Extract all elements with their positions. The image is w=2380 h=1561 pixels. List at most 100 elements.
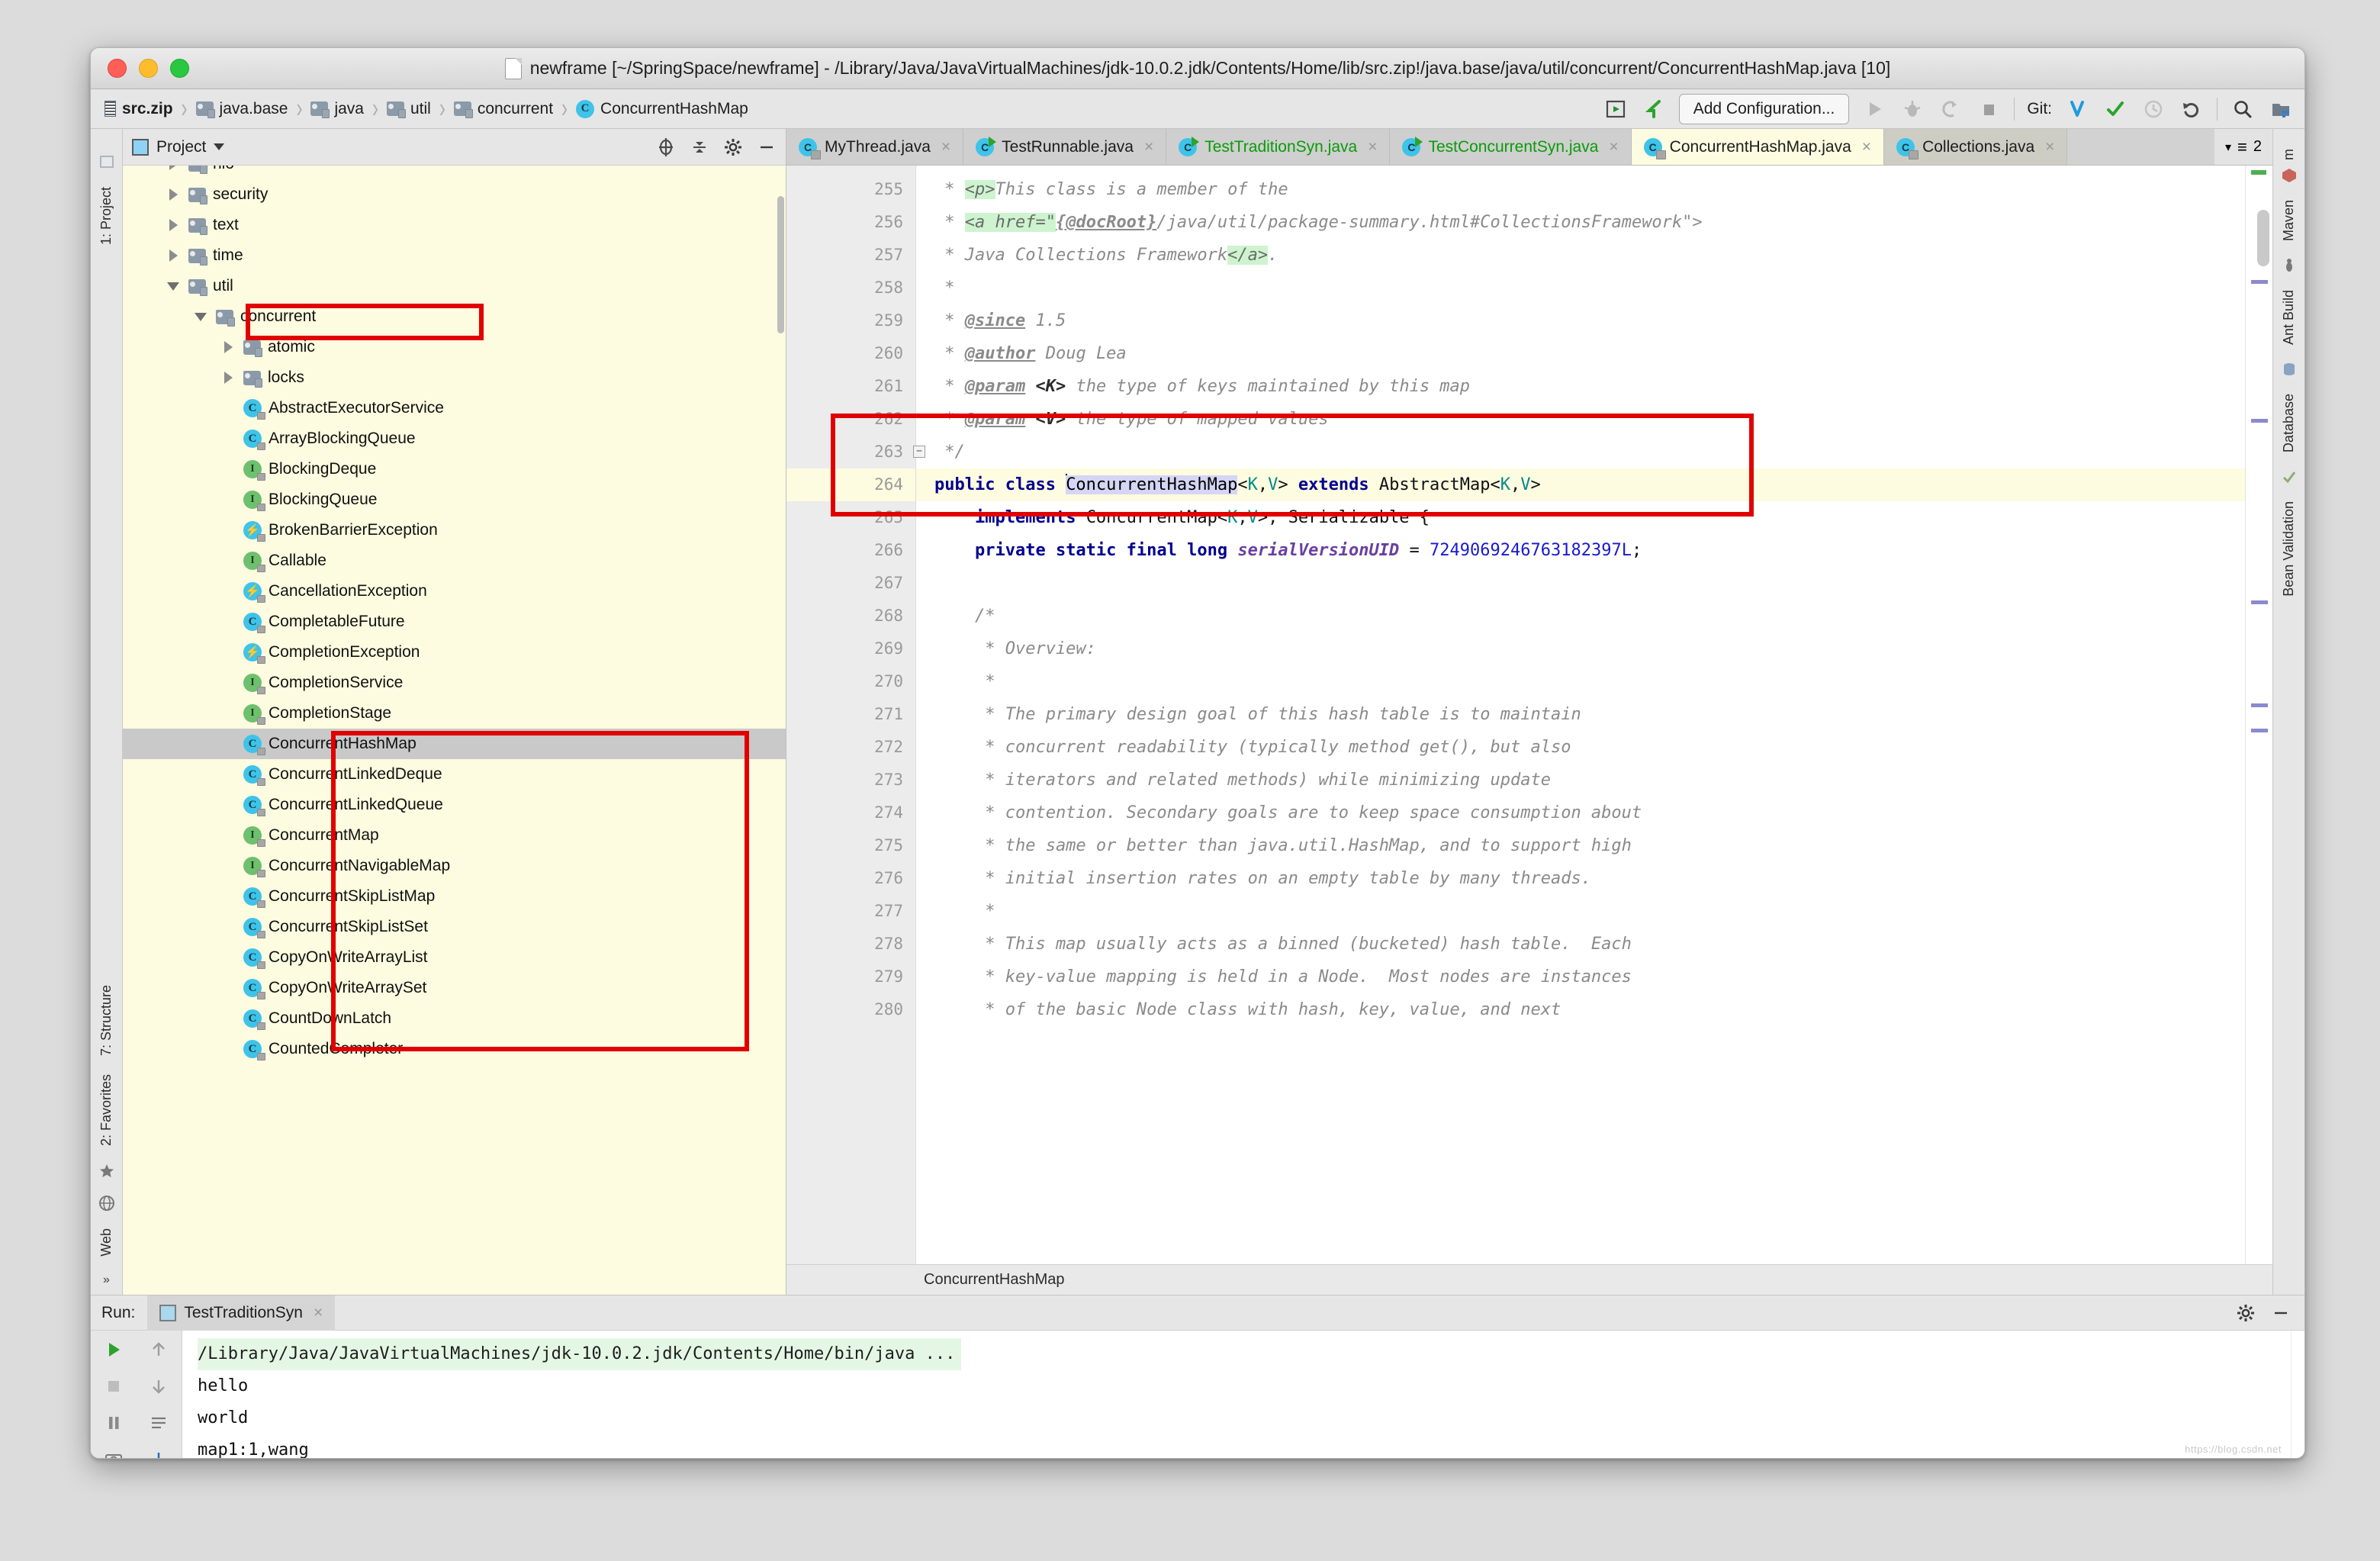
- code-line-258[interactable]: *: [916, 272, 2245, 304]
- breadcrumb-item-java-base[interactable]: java.base: [195, 100, 288, 118]
- gutter-line-270[interactable]: 270: [786, 665, 915, 698]
- debug-icon[interactable]: [1899, 96, 1925, 122]
- tree-node-blockingdeque[interactable]: I BlockingDeque: [123, 454, 786, 484]
- project-structure-icon[interactable]: [1603, 96, 1629, 122]
- sidebar-item-ant-build[interactable]: Ant Build: [2279, 281, 2298, 354]
- breadcrumb-item-java[interactable]: java: [310, 100, 364, 118]
- tree-node-time[interactable]: time: [123, 240, 786, 271]
- editor-tab-overflow[interactable]: ▾ ≡ 2: [2214, 129, 2272, 165]
- soft-wrap-icon[interactable]: [149, 1413, 169, 1433]
- editor-gutter[interactable]: 255256257258259260261262263−264↓26526626…: [786, 166, 926, 1264]
- tree-node-arrayblockingqueue[interactable]: C ArrayBlockingQueue: [123, 423, 786, 454]
- code-line-256[interactable]: * <a href="{@docRoot}/java/util/package-…: [916, 206, 2245, 239]
- close-tab-icon[interactable]: ×: [2045, 138, 2054, 156]
- gutter-line-256[interactable]: 256: [786, 206, 915, 239]
- undo-icon[interactable]: [1641, 96, 1667, 122]
- gutter-line-267[interactable]: 267: [786, 567, 915, 600]
- sidebar-item-project[interactable]: 1: Project: [97, 178, 116, 254]
- code-line-255[interactable]: * <p>This class is a member of the: [916, 173, 2245, 206]
- gutter-line-259[interactable]: 259: [786, 304, 915, 337]
- tree-expander[interactable]: [220, 372, 236, 384]
- tree-node-concurrentlinkedqueue[interactable]: C ConcurrentLinkedQueue: [123, 790, 786, 820]
- breadcrumb-item-concurrenthashmap[interactable]: C ConcurrentHashMap: [576, 99, 748, 118]
- gear-icon[interactable]: [723, 137, 743, 157]
- code-line-277[interactable]: *: [916, 895, 2245, 928]
- tree-node-concurrent[interactable]: concurrent: [123, 301, 786, 332]
- run-console-output[interactable]: /Library/Java/JavaVirtualMachines/jdk-10…: [182, 1331, 2291, 1458]
- code-line-272[interactable]: * concurrent readability (typically meth…: [916, 731, 2245, 764]
- code-line-279[interactable]: * key-value mapping is held in a Node. M…: [916, 961, 2245, 993]
- tree-node-countdownlatch[interactable]: C CountDownLatch: [123, 1003, 786, 1034]
- code-line-263[interactable]: */: [916, 436, 2245, 468]
- breadcrumb-item-src-zip[interactable]: src.zip: [105, 100, 173, 118]
- git-commit-icon[interactable]: [2102, 96, 2128, 122]
- code-line-264[interactable]: public class ConcurrentHashMap<K,V> exte…: [916, 468, 2245, 501]
- close-tab-icon[interactable]: ×: [1862, 138, 1871, 156]
- tree-node-locks[interactable]: locks: [123, 362, 786, 393]
- editor-scrollbar[interactable]: [2257, 210, 2269, 266]
- tree-node-util[interactable]: util: [123, 271, 786, 301]
- tree-expander[interactable]: [165, 219, 182, 231]
- close-tab-icon[interactable]: ×: [1144, 138, 1153, 156]
- bean-validation-icon[interactable]: [2282, 469, 2297, 484]
- gutter-line-255[interactable]: 255: [786, 173, 915, 206]
- gear-icon[interactable]: [2236, 1303, 2256, 1323]
- tree-expander[interactable]: [165, 188, 182, 201]
- editor-marker-pane[interactable]: [2245, 166, 2272, 1264]
- close-tab-icon[interactable]: ×: [1368, 138, 1377, 156]
- stop-icon[interactable]: [104, 1376, 124, 1396]
- code-line-261[interactable]: * @param <K> the type of keys maintained…: [916, 370, 2245, 403]
- code-line-265[interactable]: implements ConcurrentMap<K,V>, Serializa…: [916, 501, 2245, 534]
- sidebar-item-database[interactable]: Database: [2279, 385, 2298, 462]
- maven-icon[interactable]: [2282, 168, 2297, 183]
- gutter-line-276[interactable]: 276: [786, 862, 915, 895]
- editor-tab-testtraditionsyn[interactable]: C TestTraditionSyn.java ×: [1166, 129, 1391, 165]
- close-window-button[interactable]: [108, 59, 127, 78]
- tree-expander[interactable]: [165, 282, 182, 291]
- editor-tab-testrunnable[interactable]: C TestRunnable.java ×: [963, 129, 1167, 165]
- tree-node-blockingqueue[interactable]: I BlockingQueue: [123, 484, 786, 515]
- tree-node-concurrenthashmap[interactable]: C ConcurrentHashMap: [123, 729, 786, 759]
- tree-node-callable[interactable]: I Callable: [123, 546, 786, 576]
- code-line-275[interactable]: * the same or better than java.util.Hash…: [916, 829, 2245, 862]
- gutter-line-269[interactable]: 269: [786, 632, 915, 665]
- code-line-273[interactable]: * iterators and related methods) while m…: [916, 764, 2245, 797]
- web-rail-icon[interactable]: [98, 1195, 115, 1212]
- run-icon[interactable]: [1861, 96, 1887, 122]
- gutter-line-275[interactable]: 275: [786, 829, 915, 862]
- tree-node-nio[interactable]: nio: [123, 166, 786, 179]
- search-everywhere-icon[interactable]: [2230, 96, 2256, 122]
- git-update-icon[interactable]: [2064, 96, 2090, 122]
- code-line-259[interactable]: * @since 1.5: [916, 304, 2245, 337]
- project-view-icon[interactable]: [2268, 96, 2294, 122]
- tree-node-copyonwritearrayset[interactable]: C CopyOnWriteArraySet: [123, 973, 786, 1003]
- gutter-line-272[interactable]: 272: [786, 731, 915, 764]
- tree-node-atomic[interactable]: atomic: [123, 332, 786, 362]
- up-stacktrace-icon[interactable]: [149, 1340, 169, 1360]
- tree-node-brokenbarrierexception[interactable]: ⚡ BrokenBarrierException: [123, 515, 786, 546]
- code-line-274[interactable]: * contention. Secondary goals are to kee…: [916, 797, 2245, 829]
- tree-node-concurrentmap[interactable]: I ConcurrentMap: [123, 820, 786, 851]
- tree-node-completionstage[interactable]: I CompletionStage: [123, 698, 786, 729]
- rerun-icon[interactable]: [104, 1340, 124, 1360]
- run-coverage-icon[interactable]: [1938, 96, 1963, 122]
- editor-code[interactable]: * <p>This class is a member of the * <a …: [916, 166, 2245, 1264]
- gutter-line-278[interactable]: 278: [786, 928, 915, 961]
- chevron-down-icon[interactable]: [214, 143, 225, 150]
- add-configuration-button[interactable]: Add Configuration...: [1678, 93, 1850, 124]
- editor-tab-collections[interactable]: C Collections.java ×: [1884, 129, 2068, 165]
- down-stacktrace-icon[interactable]: [149, 1376, 169, 1396]
- tree-expander[interactable]: [165, 249, 182, 262]
- run-configuration-tab[interactable]: TestTraditionSyn ×: [147, 1295, 336, 1331]
- gutter-line-271[interactable]: 271: [786, 698, 915, 731]
- code-line-271[interactable]: * The primary design goal of this hash t…: [916, 698, 2245, 731]
- run-console-scrollbar[interactable]: [2291, 1331, 2304, 1458]
- code-line-268[interactable]: /*: [916, 600, 2245, 632]
- code-line-260[interactable]: * @author Doug Lea: [916, 337, 2245, 370]
- window-controls[interactable]: [91, 59, 189, 78]
- gutter-line-265[interactable]: 265: [786, 501, 915, 534]
- code-line-278[interactable]: * This map usually acts as a binned (buc…: [916, 928, 2245, 961]
- tree-scrollbar[interactable]: [777, 196, 784, 333]
- project-rail-icon[interactable]: [98, 153, 115, 170]
- gutter-line-279[interactable]: 279: [786, 961, 915, 993]
